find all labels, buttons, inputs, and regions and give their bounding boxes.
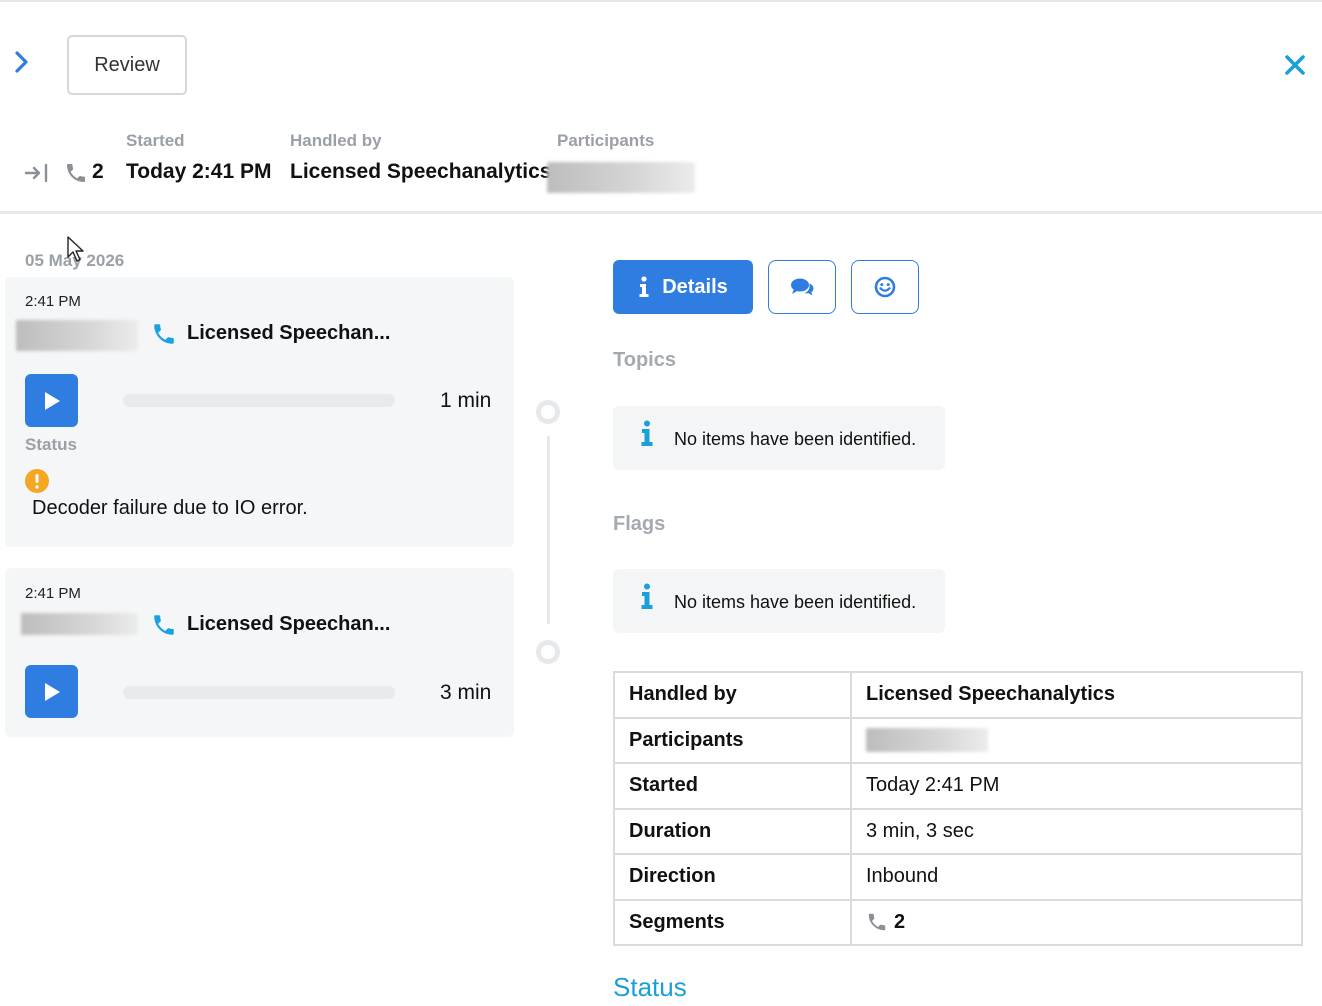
row-value: Licensed Speechanalytics [850,671,1303,719]
tab-details[interactable]: Details [613,260,753,314]
segment-time: 2:41 PM [25,293,81,310]
table-row: Handled by Licensed Speechanalytics [613,671,1303,719]
header-divider [0,211,1322,214]
row-value [850,716,1303,764]
review-button[interactable]: Review [67,35,187,95]
row-key: Handled by [613,671,852,719]
topics-label: Topics [613,349,676,371]
row-value: Today 2:41 PM [850,762,1303,810]
status-label: Status [25,435,77,454]
phone-icon [151,321,177,347]
play-icon [44,391,60,410]
timeline-node [536,400,560,424]
timeline-node [536,640,560,664]
segment-duration: 1 min [440,389,492,412]
flags-label: Flags [613,513,666,535]
playback-progress-bar[interactable] [123,686,395,699]
table-row: Segments 2 [613,898,1303,946]
started-value: Today 2:41 PM [126,160,272,183]
segment-card[interactable]: 2:41 PM Licensed Speechan... 1 min Statu… [5,277,514,547]
participant-redacted [866,728,988,753]
topics-message: No items have been identified. [674,429,917,449]
segment-time: 2:41 PM [25,585,81,602]
play-icon [44,682,60,701]
playback-progress-bar[interactable] [123,394,395,407]
row-value: Inbound [850,853,1303,901]
tab-details-label: Details [662,275,728,298]
info-icon [641,583,653,609]
close-icon[interactable] [1282,52,1308,78]
topics-empty-notice: No items have been identified. [613,406,945,470]
row-key: Duration [613,807,852,855]
row-key: Direction [613,853,852,901]
tab-transcript[interactable] [768,260,836,314]
status-heading: Status [613,972,687,1002]
caller-redacted [16,320,138,351]
warning-icon [25,469,49,493]
segment-card[interactable]: 2:41 PM Licensed Speechan... 3 min [5,568,514,737]
chat-bubbles-icon [791,278,814,296]
segments-count: 2 [92,160,104,183]
flags-empty-notice: No items have been identified. [613,569,945,633]
table-row: Duration 3 min, 3 sec [613,807,1303,855]
started-label: Started [126,131,185,150]
row-key: Segments [613,898,852,946]
row-key: Started [613,762,852,810]
row-value: 2 [850,898,1303,946]
phone-icon [151,612,177,638]
top-border [0,0,1322,2]
caller-redacted [21,613,138,635]
phone-icon [64,161,88,185]
table-row: Participants [613,716,1303,764]
mouse-cursor-icon [66,235,86,265]
participant-redacted [547,162,695,193]
segment-duration: 3 min [440,681,492,704]
phone-icon [868,914,886,931]
handled-by-value: Licensed Speechanalytics [290,160,552,183]
row-value: 3 min, 3 sec [850,807,1303,855]
smiley-icon [874,276,896,298]
timeline-connector [547,436,550,624]
info-icon [639,276,649,297]
expand-chevron-icon[interactable] [10,48,34,76]
segments-value: 2 [894,910,906,933]
flags-message: No items have been identified. [674,592,917,612]
segment-agent-name: Licensed Speechan... [187,322,391,344]
info-icon [641,420,653,446]
details-table: Handled by Licensed Speechanalytics Part… [613,671,1303,946]
row-key: Participants [613,716,852,764]
play-button[interactable] [25,665,78,718]
table-row: Direction Inbound [613,853,1303,901]
participants-label: Participants [557,131,655,150]
handled-by-label: Handled by [290,131,382,150]
collapse-panel-icon[interactable] [24,162,50,184]
segment-agent-name: Licensed Speechan... [187,613,391,635]
tab-sentiment[interactable] [851,260,919,314]
play-button[interactable] [25,374,78,427]
table-row: Started Today 2:41 PM [613,762,1303,810]
status-text: Decoder failure due to IO error. [32,497,308,519]
